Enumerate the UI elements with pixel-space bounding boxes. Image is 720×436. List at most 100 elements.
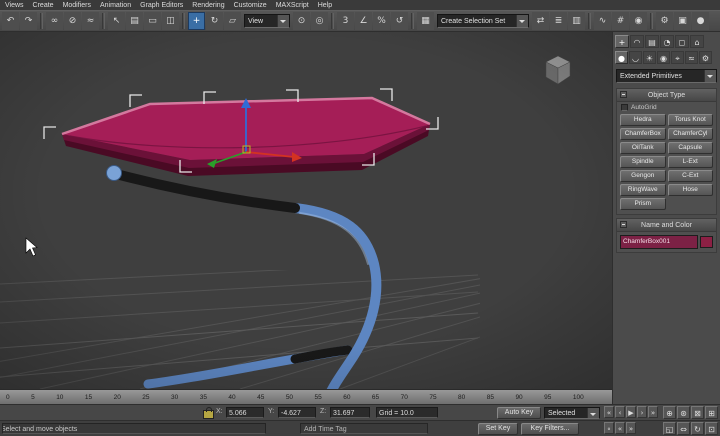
menu-item-animation[interactable]: Animation	[100, 2, 131, 9]
menu-item-customize[interactable]: Customize	[234, 2, 267, 9]
z-coordinate-field[interactable]: 31.697	[330, 407, 370, 418]
select-object-icon[interactable]: ↖	[108, 12, 125, 30]
orbit-view-icon[interactable]: ↻	[691, 422, 704, 435]
objtype-chamfercyl[interactable]: ChamferCyl	[668, 128, 714, 140]
use-pivot-center-icon[interactable]: ⊙	[293, 12, 310, 30]
go-to-start-button[interactable]: «	[604, 406, 614, 418]
selection-lock-toggle[interactable]	[203, 410, 214, 419]
menu-item-maxscript[interactable]: MAXScript	[276, 2, 309, 9]
redo-icon[interactable]: ↷	[20, 12, 37, 30]
previous-key-icon[interactable]: «	[615, 422, 625, 434]
category-helpers[interactable]: ⌖	[671, 51, 684, 64]
select-and-move-icon[interactable]: +	[188, 12, 205, 30]
zoom-extents-icon[interactable]: ⊠	[691, 406, 704, 419]
zoom-all-icon[interactable]: ⊛	[677, 406, 690, 419]
objtype-l-ext[interactable]: L-Ext	[668, 156, 714, 168]
material-editor-icon[interactable]: ◉	[630, 12, 647, 30]
window-crossing-icon[interactable]: ◫	[162, 12, 179, 30]
objtype-torus-knot[interactable]: Torus Knot	[668, 114, 714, 126]
schematic-view-icon[interactable]: #	[612, 12, 629, 30]
collapse-icon[interactable]	[620, 91, 627, 98]
object-name-input[interactable]: ChamferBox001	[620, 235, 698, 249]
selected-filter-dropdown[interactable]: Selected	[544, 407, 600, 419]
selection-set-dropdown[interactable]: Create Selection Set	[437, 14, 529, 28]
category-lights[interactable]: ☀	[643, 51, 656, 64]
name-color-rollout-header[interactable]: Name and Color	[617, 219, 716, 232]
curve-editor-icon[interactable]: ∿	[594, 12, 611, 30]
perspective-viewport[interactable]	[0, 32, 612, 389]
menu-item-help[interactable]: Help	[318, 2, 332, 9]
select-and-link-icon[interactable]: ∞	[46, 12, 63, 30]
chevron-down-icon[interactable]	[704, 70, 716, 82]
next-frame-button[interactable]: ›	[637, 406, 647, 418]
objtype-prism[interactable]: Prism	[620, 198, 666, 210]
y-coordinate-field[interactable]: -4.627	[278, 407, 316, 418]
select-and-rotate-icon[interactable]: ↻	[206, 12, 223, 30]
objtype-capsule[interactable]: Capsule	[668, 142, 714, 154]
next-key-icon[interactable]: »	[626, 422, 636, 434]
objtype-oiltank[interactable]: OilTank	[620, 142, 666, 154]
bind-to-space-warp-icon[interactable]: ≈	[82, 12, 99, 30]
chevron-down-icon[interactable]	[587, 408, 599, 418]
field-of-view-icon[interactable]: ◱	[663, 422, 676, 435]
collapse-icon[interactable]	[620, 221, 627, 228]
render-setup-icon[interactable]: ⚙	[656, 12, 673, 30]
menu-item-rendering[interactable]: Rendering	[192, 2, 224, 9]
reference-coordinate-dropdown[interactable]: View	[244, 14, 290, 28]
objtype-spindle[interactable]: Spindle	[620, 156, 666, 168]
objtype-ringwave[interactable]: RingWave	[620, 184, 666, 196]
select-by-name-icon[interactable]: ▤	[126, 12, 143, 30]
category-cameras[interactable]: ◉	[657, 51, 670, 64]
zoom-icon[interactable]: ⊕	[663, 406, 676, 419]
set-key-button[interactable]: Set Key	[478, 423, 518, 435]
edit-named-selection-sets-icon[interactable]: ▦	[417, 12, 434, 30]
go-to-end-button[interactable]: »	[648, 406, 658, 418]
zoom-extents-all-icon[interactable]: ⊞	[705, 406, 718, 419]
percent-snap-icon[interactable]: %	[373, 12, 390, 30]
objtype-hedra[interactable]: Hedra	[620, 114, 666, 126]
render-production-icon[interactable]: ●	[692, 12, 709, 30]
unlink-selection-icon[interactable]: ⊘	[64, 12, 81, 30]
menu-item-views[interactable]: Views	[5, 2, 24, 9]
primitive-category-dropdown[interactable]: Extended Primitives	[616, 69, 717, 83]
objtype-chamferbox[interactable]: ChamferBox	[620, 128, 666, 140]
play-button[interactable]: ▶	[626, 406, 636, 418]
key-mode-toggle-icon[interactable]: ∘	[604, 422, 614, 434]
category-space-warps[interactable]: ≈	[685, 51, 698, 64]
align-icon[interactable]: ≣	[550, 12, 567, 30]
add-time-tag-field[interactable]: Add Time Tag	[300, 423, 428, 434]
chevron-down-icon[interactable]	[516, 15, 528, 27]
category-geometry[interactable]: ●	[615, 51, 628, 64]
category-systems[interactable]: ⚙	[699, 51, 712, 64]
rectangular-selection-region-icon[interactable]: ▭	[144, 12, 161, 30]
pan-view-icon[interactable]: ⇔	[677, 422, 690, 435]
menu-item-create[interactable]: Create	[33, 2, 54, 9]
menu-item-graph-editors[interactable]: Graph Editors	[140, 2, 183, 9]
auto-key-button[interactable]: Auto Key	[497, 407, 541, 419]
object-color-swatch[interactable]	[700, 236, 713, 248]
layer-manager-icon[interactable]: ▥	[568, 12, 585, 30]
timeline-ruler[interactable]: 0510152025303540455055606570758085909510…	[0, 389, 612, 404]
previous-frame-button[interactable]: ‹	[615, 406, 625, 418]
category-shapes[interactable]: ◡	[629, 51, 642, 64]
tab-create[interactable]: +	[615, 35, 629, 48]
viewport-canvas[interactable]	[0, 32, 612, 389]
chevron-down-icon[interactable]	[277, 15, 289, 27]
mirror-icon[interactable]: ⇄	[532, 12, 549, 30]
x-coordinate-field[interactable]: 5.066	[226, 407, 264, 418]
objtype-c-ext[interactable]: C-Ext	[668, 170, 714, 182]
objtype-hose[interactable]: Hose	[668, 184, 714, 196]
snap-toggle-3d-icon[interactable]: 3	[337, 12, 354, 30]
menu-item-modifiers[interactable]: Modifiers	[63, 2, 91, 9]
tab-motion[interactable]: ◔	[660, 35, 674, 48]
angle-snap-icon[interactable]: ∠	[355, 12, 372, 30]
key-filters-button[interactable]: Key Filters...	[521, 423, 579, 435]
select-and-manipulate-icon[interactable]: ◎	[311, 12, 328, 30]
select-and-scale-icon[interactable]: ▱	[224, 12, 241, 30]
tab-modify[interactable]: ◠	[630, 35, 644, 48]
object-type-rollout-header[interactable]: Object Type	[617, 89, 716, 102]
tab-display[interactable]: ◻	[675, 35, 689, 48]
tab-utilities[interactable]: ⌂	[690, 35, 704, 48]
tab-hierarchy[interactable]: ▤	[645, 35, 659, 48]
undo-icon[interactable]: ↶	[2, 12, 19, 30]
